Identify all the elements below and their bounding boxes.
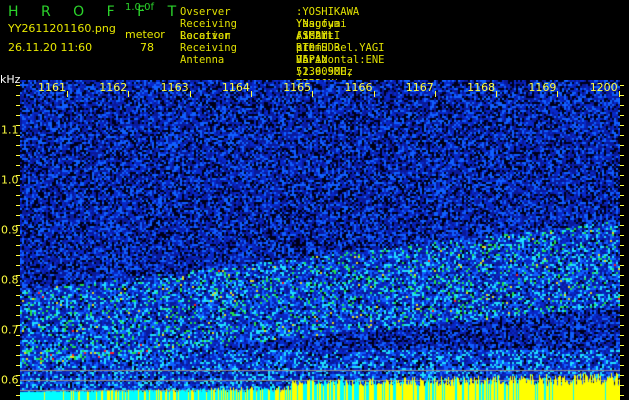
y-tick	[16, 265, 20, 266]
y-tick	[16, 165, 20, 166]
y-tick	[16, 315, 20, 316]
datetime: 26.11.20 11:60	[8, 41, 93, 54]
x-tick-label: 1164	[221, 81, 250, 94]
y-tick	[620, 85, 624, 86]
x-tick-label: 1161	[38, 81, 66, 94]
y-tick	[16, 95, 20, 96]
y-tick	[16, 305, 20, 306]
y-tick	[16, 395, 20, 396]
y-tick	[16, 85, 20, 86]
y-tick	[620, 125, 624, 126]
y-tick	[620, 335, 624, 336]
x-tick	[496, 91, 498, 97]
x-tick-label: 1166	[344, 81, 373, 94]
y-tick	[620, 115, 624, 116]
y-tick	[620, 345, 624, 346]
y-tick	[16, 205, 20, 206]
y-tick	[16, 105, 20, 106]
y-tick	[16, 345, 20, 346]
info-value: :10mH 3el.YAGI Horizontal:ENE	[296, 42, 385, 66]
y-tick	[620, 95, 624, 96]
y-tick	[16, 365, 20, 366]
y-tick	[16, 355, 20, 356]
y-tick	[620, 295, 624, 296]
y-tick	[620, 245, 624, 246]
y-tick	[620, 105, 624, 106]
y-tick	[620, 385, 624, 386]
x-tick	[128, 91, 130, 97]
x-tick-label: 1163	[160, 81, 189, 94]
y-tick	[16, 375, 20, 376]
y-tick	[16, 295, 20, 296]
x-tick-label: 1165	[283, 81, 312, 94]
y-tick	[620, 365, 624, 366]
y-tick	[16, 195, 20, 196]
app-title: H R O F F T	[8, 4, 186, 20]
info-key: Ovserver	[180, 6, 231, 18]
y-tick	[620, 315, 624, 316]
y-tick	[620, 235, 624, 236]
x-tick	[312, 91, 314, 97]
y-tick	[16, 125, 20, 126]
x-tick	[67, 91, 68, 97]
y-tick	[16, 115, 20, 116]
x-tick	[557, 91, 559, 97]
y-tick	[620, 185, 624, 186]
y-tick	[16, 385, 20, 386]
x-tick-label: 1169	[528, 81, 557, 94]
y-tick	[620, 285, 624, 286]
y-tick	[620, 135, 624, 136]
y-tick	[620, 265, 624, 266]
info-key: Receiving Antenna	[180, 42, 237, 66]
x-tick-label: 1200	[589, 81, 618, 94]
y-tick	[620, 325, 624, 326]
x-tick-label: 1162	[99, 81, 128, 94]
y-tick	[620, 145, 624, 146]
y-tick	[620, 195, 624, 196]
meteor-count: 78	[140, 41, 154, 54]
y-tick	[620, 225, 624, 226]
y-tick	[16, 225, 20, 226]
mode-label: meteor	[125, 28, 165, 41]
y-tick	[16, 335, 20, 336]
y-tick	[16, 325, 20, 326]
spectrogram	[20, 80, 620, 400]
info-key: Receiver	[180, 30, 231, 42]
y-tick	[620, 275, 624, 276]
filename: YY2611201160.png	[8, 22, 116, 35]
y-tick	[620, 255, 624, 256]
y-axis-unit: kHz	[0, 73, 21, 86]
y-tick	[620, 205, 624, 206]
version-label: 1.0.0f	[125, 2, 154, 13]
y-tick	[620, 305, 624, 306]
x-tick	[434, 91, 436, 97]
x-tick	[250, 91, 252, 97]
y-tick	[620, 155, 624, 156]
x-tick-label: 1168	[467, 81, 496, 94]
y-tick	[16, 135, 20, 136]
y-tick	[620, 215, 624, 216]
y-tick	[16, 215, 20, 216]
y-tick	[620, 175, 624, 176]
y-tick	[16, 235, 20, 236]
y-tick	[620, 355, 624, 356]
y-tick	[16, 285, 20, 286]
y-tick	[620, 165, 624, 166]
y-tick	[16, 275, 20, 276]
y-tick	[16, 255, 20, 256]
x-tick	[189, 91, 191, 97]
y-tick	[16, 185, 20, 186]
y-tick	[16, 155, 20, 156]
y-tick	[620, 395, 624, 396]
y-tick	[620, 375, 624, 376]
x-tick-label: 1167	[405, 81, 434, 94]
y-tick	[16, 245, 20, 246]
x-tick	[373, 91, 375, 97]
x-tick	[618, 91, 620, 97]
y-tick	[16, 175, 20, 176]
y-tick	[16, 145, 20, 146]
